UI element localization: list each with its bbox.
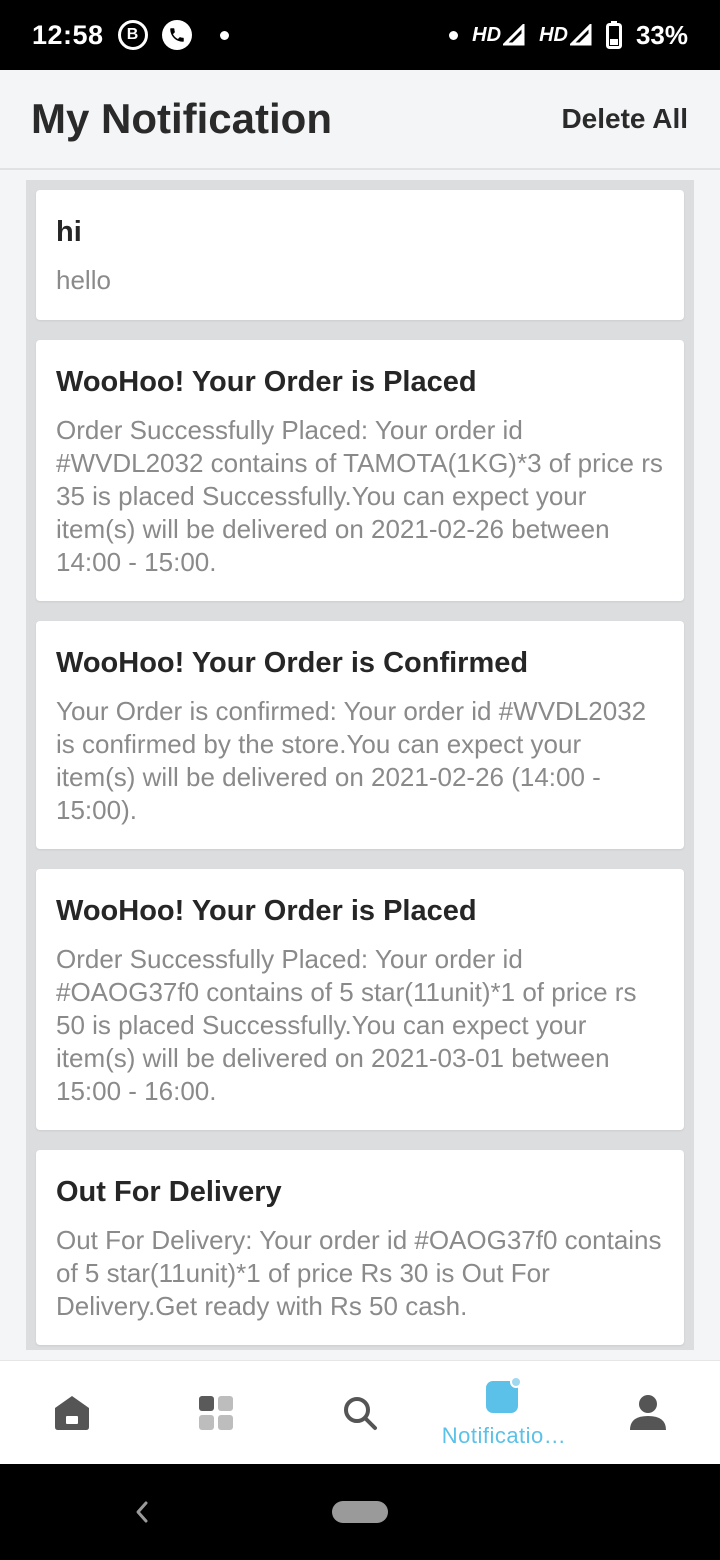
- status-bar-left: 12:58 B: [32, 20, 229, 51]
- dot-icon: [219, 30, 229, 40]
- b-notification-icon: B: [117, 20, 148, 50]
- notification-card[interactable]: WooHoo! Your Order is Confirmed Your Ord…: [36, 621, 684, 849]
- signal-icon: [569, 24, 592, 46]
- notification-card[interactable]: WooHoo! Your Order is Placed Order Succe…: [36, 340, 684, 601]
- notification-title: WooHoo! Your Order is Placed: [56, 366, 477, 398]
- notification-card[interactable]: WooHoo! Your Order is Placed Order Succe…: [36, 869, 684, 1130]
- notification-body: hello: [56, 265, 111, 295]
- home-pill-button[interactable]: [332, 1501, 388, 1523]
- battery-icon: [605, 21, 622, 49]
- nav-home[interactable]: [0, 1361, 144, 1465]
- status-time: 12:58: [32, 19, 104, 50]
- nav-categories[interactable]: [144, 1361, 288, 1465]
- back-button[interactable]: [122, 1492, 162, 1532]
- back-chevron-icon: [136, 1501, 148, 1523]
- nav-search[interactable]: [288, 1361, 432, 1465]
- notification-title: WooHoo! Your Order is Confirmed: [56, 647, 529, 679]
- notification-title: Out For Delivery: [56, 1176, 282, 1208]
- notification-list[interactable]: hi hello WooHoo! Your Order is Placed Or…: [26, 180, 694, 1350]
- nav-profile[interactable]: [576, 1361, 720, 1465]
- app-header: My Notification Delete All: [0, 70, 720, 170]
- page-title: My Notification: [31, 95, 332, 142]
- nav-notifications-label: Notificatio…: [441, 1423, 567, 1448]
- notification-body: Order Successfully Placed: Your order id…: [56, 944, 637, 1106]
- delete-all-button[interactable]: Delete All: [561, 103, 688, 135]
- notification-title: hi: [56, 216, 82, 248]
- phone-icon: [161, 20, 192, 50]
- grid-icon: [199, 1396, 233, 1430]
- status-bar: 12:58 B HD HD 33%: [0, 0, 720, 70]
- notification-card[interactable]: hi hello: [36, 190, 684, 320]
- profile-icon: [630, 1395, 666, 1430]
- notification-card[interactable]: Out For Delivery Out For Delivery: Your …: [36, 1150, 684, 1345]
- system-nav-bar: [0, 1464, 720, 1560]
- notification-title: WooHoo! Your Order is Placed: [56, 895, 477, 927]
- battery-percent: 33%: [635, 19, 688, 50]
- hd-label: HD: [539, 23, 568, 46]
- nav-notifications[interactable]: Notificatio…: [432, 1361, 576, 1465]
- dot-icon: [449, 30, 459, 40]
- search-icon: [344, 1397, 377, 1430]
- signal-icon: [503, 24, 525, 46]
- bottom-nav: Notificatio…: [0, 1360, 720, 1464]
- notification-icon: [486, 1377, 522, 1413]
- notification-body: Out For Delivery: Your order id #OAOG37f…: [56, 1225, 662, 1321]
- hd-label: HD: [472, 23, 502, 46]
- status-bar-right: HD HD 33%: [449, 20, 688, 51]
- notification-body: Order Successfully Placed: Your order id…: [56, 415, 663, 577]
- home-icon: [55, 1396, 89, 1430]
- notification-body: Your Order is confirmed: Your order id #…: [56, 696, 647, 825]
